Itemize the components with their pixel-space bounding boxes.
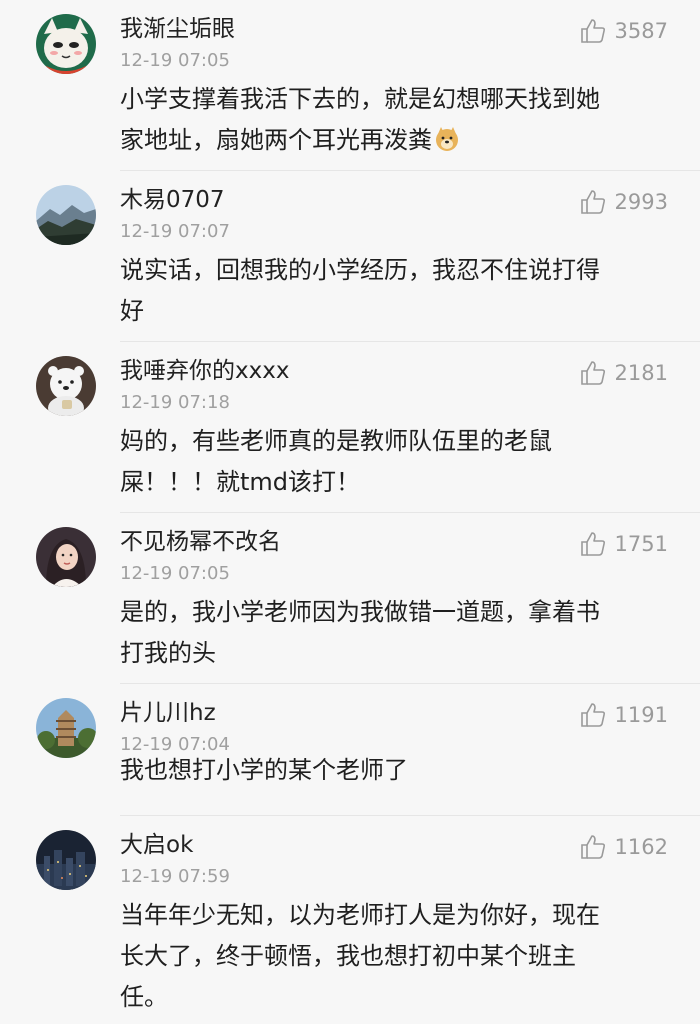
timestamp: 12-19 07:05: [120, 563, 230, 584]
like-button[interactable]: 2181: [579, 358, 668, 388]
like-button[interactable]: 1751: [579, 529, 668, 559]
like-count: 1162: [614, 835, 668, 859]
comment-line: 妈的，有些老师真的是教师队伍里的老鼠: [120, 427, 552, 455]
comment-text: 当年年少无知，以为老师打人是为你好，现在 长大了，终于顿悟，我也想打初中某个班主…: [120, 895, 660, 1018]
comment-line: 屎！！！就tmd该打！: [120, 468, 361, 496]
comment-item: 我渐尘垢眼 12-19 07:05 3587 小学支撑着我活下去的，就是幻想哪天…: [0, 0, 700, 171]
mountain-landscape-icon: [36, 185, 96, 245]
comment-line: 长大了，终于顿悟，我也想打初中某个班主: [120, 942, 576, 970]
comment-text: 我也想打小学的某个老师了: [120, 750, 660, 791]
avatar[interactable]: [36, 698, 96, 758]
comment-text: 是的，我小学老师因为我做错一道题，拿着书 打我的头: [120, 592, 660, 674]
comment-line: 我也想打小学的某个老师了: [120, 756, 408, 784]
thumbs-up-icon: [580, 361, 605, 385]
like-count: 2181: [614, 361, 668, 385]
avatar[interactable]: [36, 830, 96, 890]
comment-line: 说实话，回想我的小学经历，我忍不住说打得: [120, 256, 600, 284]
like-count: 3587: [614, 19, 668, 43]
city-night-icon: [36, 830, 96, 890]
like-count: 2993: [614, 190, 668, 214]
comment-item: 片儿川hz 12-19 07:04 1191 我也想打小学的某个老师了: [0, 684, 700, 816]
comment-list: 我渐尘垢眼 12-19 07:05 3587 小学支撑着我活下去的，就是幻想哪天…: [0, 0, 700, 1024]
doge-emoji-icon: [436, 127, 458, 151]
username[interactable]: 我渐尘垢眼: [120, 12, 235, 46]
portrait-icon: [36, 527, 96, 587]
like-count: 1191: [614, 703, 668, 727]
cartoon-face-icon: [36, 14, 96, 74]
comment-line: 好: [120, 297, 144, 325]
polar-bear-icon: [36, 356, 96, 416]
username[interactable]: 木易0707: [120, 183, 225, 217]
thumbs-up-icon: [580, 703, 605, 727]
comment-item: 我唾弃你的xxxx 12-19 07:18 2181 妈的，有些老师真的是教师队…: [0, 342, 700, 513]
avatar[interactable]: [36, 185, 96, 245]
thumbs-up-icon: [580, 835, 605, 859]
timestamp: 12-19 07:07: [120, 221, 230, 242]
comment-line: 家地址，扇她两个耳光再泼粪: [120, 120, 660, 161]
username[interactable]: 不见杨幂不改名: [120, 525, 281, 559]
like-button[interactable]: 1191: [579, 700, 668, 730]
pagoda-icon: [36, 698, 96, 758]
timestamp: 12-19 07:59: [120, 866, 230, 887]
username[interactable]: 片儿川hz: [120, 696, 216, 730]
comment-text: 说实话，回想我的小学经历，我忍不住说打得 好: [120, 250, 660, 332]
avatar[interactable]: [36, 527, 96, 587]
like-button[interactable]: 1162: [579, 832, 668, 862]
comment-text: 妈的，有些老师真的是教师队伍里的老鼠 屎！！！就tmd该打！: [120, 421, 660, 503]
comment-line: 是的，我小学老师因为我做错一道题，拿着书: [120, 598, 600, 626]
comment-line: 打我的头: [120, 639, 216, 667]
thumbs-up-icon: [580, 532, 605, 556]
avatar[interactable]: [36, 356, 96, 416]
comment-item: 木易0707 12-19 07:07 2993 说实话，回想我的小学经历，我忍不…: [0, 171, 700, 342]
comment-item: 不见杨幂不改名 12-19 07:05 1751 是的，我小学老师因为我做错一道…: [0, 513, 700, 684]
comment-item: 大启ok 12-19 07:59 1162 当年年少无知，以为老师打人是为你好，…: [0, 816, 700, 1024]
timestamp: 12-19 07:18: [120, 392, 230, 413]
like-button[interactable]: 2993: [579, 187, 668, 217]
comment-line: 任。: [120, 983, 168, 1011]
thumbs-up-icon: [580, 19, 605, 43]
username[interactable]: 我唾弃你的xxxx: [120, 354, 289, 388]
comment-line: 小学支撑着我活下去的，就是幻想哪天找到她: [120, 85, 600, 113]
timestamp: 12-19 07:05: [120, 50, 230, 71]
like-count: 1751: [614, 532, 668, 556]
avatar[interactable]: [36, 14, 96, 74]
like-button[interactable]: 3587: [579, 16, 668, 46]
thumbs-up-icon: [580, 190, 605, 214]
comment-line: 当年年少无知，以为老师打人是为你好，现在: [120, 901, 600, 929]
username[interactable]: 大启ok: [120, 828, 193, 862]
comment-text: 小学支撑着我活下去的，就是幻想哪天找到她 家地址，扇她两个耳光再泼粪: [120, 79, 660, 161]
